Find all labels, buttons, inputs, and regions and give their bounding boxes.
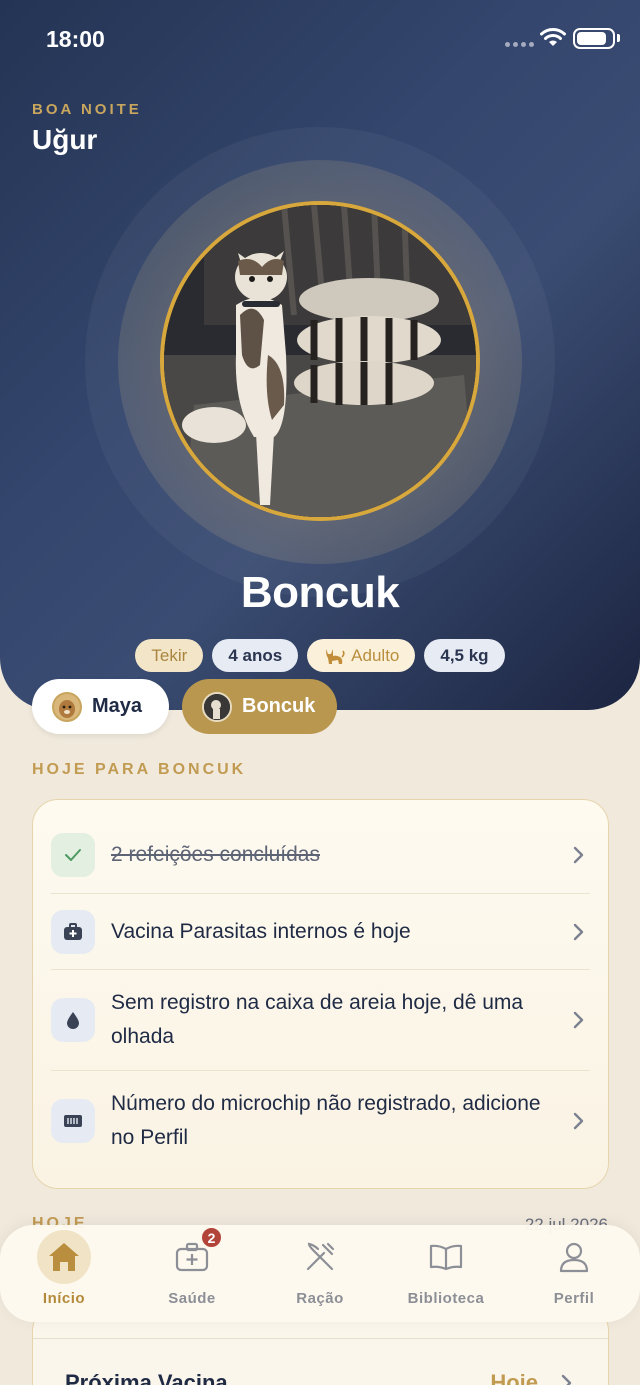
- pet-hero: 18:00 BOA NOITE Uğur Boncuk Tekir 4 anos…: [0, 0, 640, 710]
- breed-chip: Tekir: [135, 639, 204, 672]
- cellular-signal-icon: [505, 42, 535, 47]
- boncuk-avatar: [202, 691, 232, 722]
- task-microchip-text: Número do microchip não registrado, adic…: [111, 1092, 541, 1149]
- pet-switch-maya[interactable]: Maya: [32, 679, 169, 734]
- chevron-right-icon: [573, 1011, 584, 1029]
- next-vaccine-value: Hoje: [490, 1370, 538, 1385]
- maya-avatar: [52, 691, 82, 722]
- divider: [51, 969, 590, 970]
- age-chip: 4 anos: [212, 639, 299, 672]
- task-meals-text: 2 refeições concluídas: [111, 843, 320, 866]
- divider: [33, 1338, 608, 1339]
- book-icon: [419, 1230, 473, 1284]
- age-chip-label: 4 anos: [228, 645, 283, 665]
- divider: [51, 1070, 590, 1071]
- battery-icon: [573, 28, 615, 49]
- medical-kit-icon: [51, 910, 95, 954]
- pet-chips: Tekir 4 anos Adulto 4,5 kg: [0, 639, 640, 672]
- chevron-right-icon: [573, 923, 584, 941]
- today-section-label: HOJE PARA BONCUK: [32, 761, 247, 778]
- tab-biblioteca-label: Biblioteca: [407, 1290, 485, 1307]
- cat-photo-illustration: [164, 205, 476, 517]
- task-vaccine-text: Vacina Parasitas internos é hoje: [111, 920, 411, 943]
- tab-racao-label: Ração: [296, 1290, 344, 1307]
- tab-saude[interactable]: 2 Saúde: [137, 1225, 247, 1322]
- health-badge: 2: [200, 1226, 223, 1249]
- drop-icon: [51, 998, 95, 1042]
- tab-bar: Início 2 Saúde Ração Biblioteca Perfil: [0, 1225, 640, 1322]
- life-stage-chip: Adulto: [307, 639, 416, 672]
- next-vaccine-title: Próxima Vacina: [65, 1370, 228, 1385]
- divider: [51, 893, 590, 894]
- chevron-right-icon: [573, 846, 584, 864]
- task-microchip[interactable]: Número do microchip não registrado, adic…: [51, 1085, 590, 1157]
- task-meals[interactable]: 2 refeições concluídas: [51, 833, 590, 877]
- task-vaccine[interactable]: Vacina Parasitas internos é hoje: [51, 910, 590, 954]
- pet-switch-boncuk[interactable]: Boncuk: [182, 679, 337, 734]
- tab-racao[interactable]: Ração: [265, 1225, 375, 1322]
- check-icon: [51, 833, 95, 877]
- battery-cap: [617, 34, 620, 42]
- user-name: Uğur: [32, 124, 98, 155]
- weight-chip: 4,5 kg: [424, 639, 505, 672]
- status-time: 18:00: [46, 26, 105, 52]
- tab-inicio-label: Início: [42, 1290, 86, 1307]
- microchip-icon: [51, 1099, 95, 1143]
- pet-name: Boncuk: [240, 568, 400, 617]
- pet-switch-boncuk-label: Boncuk: [242, 695, 316, 717]
- greeting: BOA NOITE: [32, 101, 142, 118]
- cat-icon: [326, 648, 345, 664]
- tab-perfil[interactable]: Perfil: [519, 1225, 629, 1322]
- chevron-right-icon: [573, 1112, 584, 1130]
- today-card: 2 refeições concluídas Vacina Parasitas …: [32, 799, 609, 1189]
- tab-perfil-label: Perfil: [553, 1290, 595, 1307]
- fork-knife-icon: [293, 1230, 347, 1284]
- home-icon: [37, 1230, 91, 1284]
- task-litter[interactable]: Sem registro na caixa de areia hoje, dê …: [51, 984, 590, 1056]
- life-stage-chip-label: Adulto: [351, 645, 400, 665]
- pet-switch-maya-label: Maya: [92, 695, 143, 717]
- tab-inicio[interactable]: Início: [9, 1225, 119, 1322]
- person-icon: [547, 1230, 601, 1284]
- breed-chip-label: Tekir: [151, 645, 188, 665]
- pet-photo[interactable]: [160, 201, 480, 521]
- task-litter-text: Sem registro na caixa de areia hoje, dê …: [111, 991, 524, 1048]
- tab-saude-label: Saúde: [168, 1290, 216, 1307]
- chevron-right-icon: [561, 1374, 572, 1385]
- tab-biblioteca[interactable]: Biblioteca: [391, 1225, 501, 1322]
- wifi-icon: [540, 28, 566, 46]
- weight-chip-label: 4,5 kg: [440, 645, 489, 665]
